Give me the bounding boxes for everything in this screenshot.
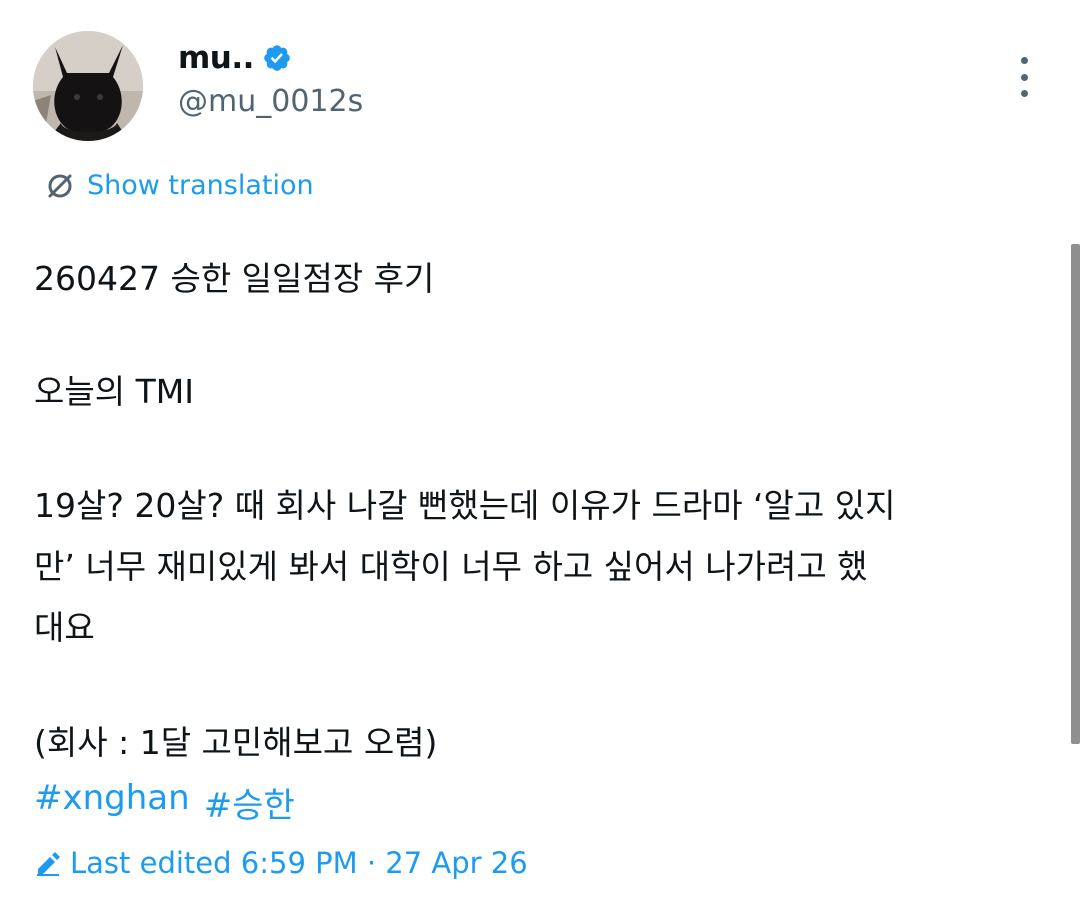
tweet-text-line: (회사 : 1달 고민해보고 오렴)	[34, 723, 438, 762]
tweet-text-line: 대요	[34, 608, 95, 647]
more-options-icon[interactable]	[1012, 57, 1036, 97]
hashtag-row: #xnghan #승한	[34, 778, 295, 827]
tweet-text-line: 19살? 20살? 때 회사 나갈 뻔했는데 이유가 드라마 ‘알고 있지	[34, 486, 896, 525]
avatar[interactable]	[33, 31, 143, 141]
translate-icon	[45, 171, 75, 201]
last-edited-link[interactable]: Last edited 6:59 PM · 27 Apr 26	[34, 846, 528, 880]
tweet-text-line: 260427 승한 일일점장 후기	[34, 259, 435, 298]
hashtag-link[interactable]: #승한	[204, 778, 295, 827]
show-translation-label: Show translation	[87, 170, 314, 201]
last-edited-label: Last edited 6:59 PM · 27 Apr 26	[70, 846, 528, 880]
verified-badge-icon	[262, 43, 292, 73]
tweet-text-line: 만’ 너무 재미있게 봐서 대학이 너무 하고 싶어서 나가려고 했	[34, 547, 868, 586]
tweet-view: mu.. @mu_0012s Show translation 260427 승…	[0, 0, 1080, 916]
show-translation-link[interactable]: Show translation	[45, 170, 314, 201]
scrollbar[interactable]	[1071, 244, 1080, 744]
user-handle[interactable]: @mu_0012s	[178, 84, 363, 119]
tweet-text-line: 오늘의 TMI	[34, 372, 194, 411]
hashtag-link[interactable]: #xnghan	[34, 778, 190, 827]
display-name[interactable]: mu..	[178, 40, 254, 76]
black-cat-avatar-image	[33, 31, 143, 141]
author-name-row: mu..	[178, 40, 292, 76]
pencil-icon	[34, 849, 62, 877]
